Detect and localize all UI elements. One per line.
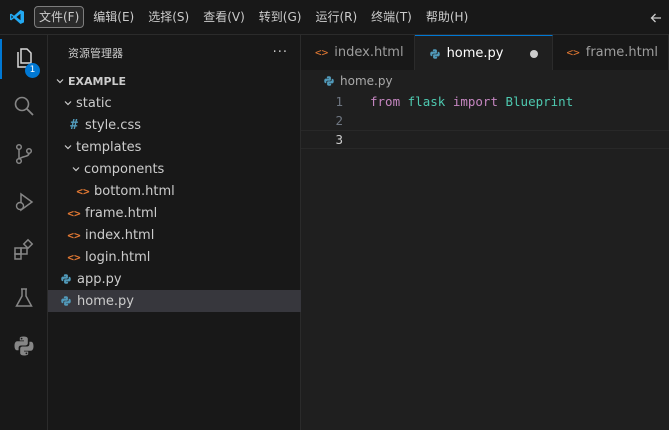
testing-activity[interactable] <box>0 279 48 319</box>
menu-terminal[interactable]: 终端(T) <box>366 6 417 28</box>
tree-file-bottom-html[interactable]: <> bottom.html <box>48 180 301 202</box>
chevron-down-icon <box>60 136 76 158</box>
search-activity[interactable] <box>0 87 48 127</box>
keyword-from: from <box>370 94 401 109</box>
breadcrumb-file[interactable]: home.py <box>340 74 393 88</box>
go-back-arrow-icon[interactable] <box>643 5 669 31</box>
menu-file[interactable]: 文件(F) <box>34 6 85 28</box>
tree-folder-components[interactable]: components <box>48 158 301 180</box>
line-number: 2 <box>335 113 343 128</box>
tree-file-index-html[interactable]: <> index.html <box>48 224 301 246</box>
tree-folder-static[interactable]: static <box>48 92 301 114</box>
chevron-down-icon <box>52 70 68 92</box>
explorer-title: 资源管理器 <box>68 46 123 60</box>
html-file-icon: <> <box>76 184 90 198</box>
chevron-down-icon <box>60 92 76 114</box>
python-activity[interactable] <box>0 327 48 367</box>
tree-file-style-css[interactable]: # style.css <box>48 114 301 136</box>
tab-label: home.py <box>446 46 504 61</box>
tab-index-html[interactable]: <> index.html <box>301 35 415 70</box>
code-line-3[interactable]: 3 <box>301 130 669 149</box>
python-file-icon <box>323 75 335 87</box>
tab-home-py[interactable]: home.py <box>414 35 553 71</box>
keyword-import: import <box>452 94 498 109</box>
run-debug-icon <box>12 190 36 217</box>
explorer-header: 资源管理器 ··· <box>48 35 300 70</box>
python-file-icon <box>58 290 74 312</box>
run-debug-activity[interactable] <box>0 183 48 223</box>
explorer-badge: 1 <box>25 63 40 78</box>
extensions-activity[interactable] <box>0 231 48 271</box>
explorer-sidebar: 资源管理器 ··· EXAMPLE static # style.css tem… <box>48 35 301 430</box>
line-number: 1 <box>335 94 343 109</box>
python-file-icon <box>429 48 441 60</box>
tree-file-frame-html[interactable]: <> frame.html <box>48 202 301 224</box>
more-actions-icon[interactable]: ··· <box>273 45 288 60</box>
tree-item-label: style.css <box>85 117 141 133</box>
extensions-icon <box>12 238 36 265</box>
vscode-logo-icon <box>0 0 34 35</box>
tree-item-label: components <box>84 161 165 177</box>
workspace-root-label: EXAMPLE <box>68 74 127 88</box>
tree-item-label: static <box>76 95 112 111</box>
menu-selection[interactable]: 选择(S) <box>143 6 194 28</box>
tree-file-login-html[interactable]: <> login.html <box>48 246 301 268</box>
html-file-icon: <> <box>67 206 81 220</box>
tree-item-label: home.py <box>77 293 134 309</box>
tree-folder-templates[interactable]: templates <box>48 136 301 158</box>
html-file-icon: <> <box>315 46 329 59</box>
code-text: from flask import Blueprint <box>370 94 573 109</box>
tree-item-label: templates <box>76 139 142 155</box>
html-file-icon: <> <box>67 250 81 264</box>
imported-name: Blueprint <box>505 94 574 109</box>
menu-help[interactable]: 帮助(H) <box>421 6 473 28</box>
tree-item-label: app.py <box>77 271 122 287</box>
unsaved-dot-icon[interactable] <box>529 49 538 58</box>
line-number: 3 <box>335 132 343 147</box>
tree-item-label: bottom.html <box>94 183 175 199</box>
tab-frame-html[interactable]: <> frame.html <box>552 35 669 70</box>
search-icon <box>12 94 36 121</box>
menu-bar: 文件(F) 编辑(E) 选择(S) 查看(V) 转到(G) 运行(R) 终端(T… <box>34 0 477 35</box>
python-icon <box>12 334 36 361</box>
tree-item-label: index.html <box>85 227 155 243</box>
chevron-down-icon <box>68 158 84 180</box>
tab-label: index.html <box>334 45 404 60</box>
code-line-2[interactable]: 2 <box>301 111 669 130</box>
tree-item-label: frame.html <box>85 205 158 221</box>
editor-tab-bar: <> index.html home.py <> frame.html <box>301 35 669 71</box>
css-file-icon: # <box>70 117 78 133</box>
explorer-activity[interactable]: 1 <box>0 39 48 79</box>
source-control-icon <box>12 142 36 169</box>
html-file-icon: <> <box>67 228 81 242</box>
code-editor[interactable]: home.py 1 from flask import Blueprint 2 … <box>301 70 669 430</box>
breadcrumb: home.py <box>301 70 669 92</box>
module-name: flask <box>407 94 446 109</box>
title-bar: 文件(F) 编辑(E) 选择(S) 查看(V) 转到(G) 运行(R) 终端(T… <box>0 0 669 35</box>
tree-file-app-py[interactable]: app.py <box>48 268 301 290</box>
flask-icon <box>12 286 36 313</box>
activity-bar: 1 <box>0 35 48 430</box>
menu-edit[interactable]: 编辑(E) <box>88 6 139 28</box>
python-file-icon <box>58 268 74 290</box>
menu-run[interactable]: 运行(R) <box>310 6 362 28</box>
menu-view[interactable]: 查看(V) <box>198 6 250 28</box>
tab-label: frame.html <box>585 45 659 60</box>
menu-go[interactable]: 转到(G) <box>254 6 307 28</box>
source-control-activity[interactable] <box>0 135 48 175</box>
tree-item-label: login.html <box>85 249 151 265</box>
code-line-1[interactable]: 1 from flask import Blueprint <box>301 92 669 111</box>
workspace-root-folder[interactable]: EXAMPLE <box>48 70 301 92</box>
tree-file-home-py[interactable]: home.py <box>48 290 301 312</box>
html-file-icon: <> <box>566 46 580 59</box>
